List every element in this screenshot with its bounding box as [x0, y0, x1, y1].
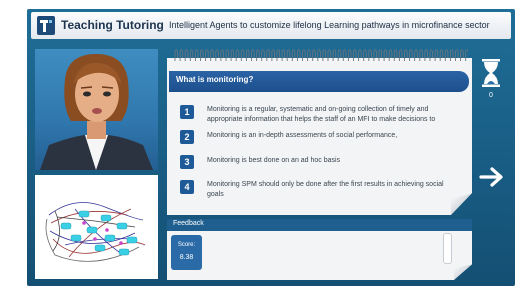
notepad-spiral: [174, 49, 468, 61]
score-label: Score:: [177, 242, 196, 248]
concept-map: [35, 175, 158, 279]
question-bar: What is monitoring?: [169, 71, 469, 92]
option-text: Monitoring is an in-depth assessments of…: [207, 132, 398, 139]
tutor-avatar: [35, 49, 158, 170]
concept-map-diagram: [45, 202, 146, 262]
option-number: 4: [180, 180, 194, 194]
option-text: Monitoring is best done on an ad hoc bas…: [207, 157, 341, 164]
option-text: Monitoring SPM should only be done after…: [207, 181, 444, 198]
timer-value: 0: [489, 92, 493, 99]
option-number: 1: [180, 105, 194, 119]
right-arrow-icon[interactable]: [479, 167, 505, 187]
feedback-panel: [167, 231, 472, 280]
score-box: Score: 8.38: [171, 235, 202, 270]
score-value: 8.38: [179, 254, 194, 261]
question-title: What is monitoring?: [176, 75, 254, 84]
option-number: 2: [180, 130, 194, 144]
feedback-header: Feedback: [167, 219, 472, 232]
course-subtitle: Intelligent Agents to customize lifelong…: [169, 20, 490, 30]
hourglass-icon: [482, 59, 500, 87]
app-logo-icon: [37, 16, 55, 35]
app-title: Teaching Tutoring: [61, 18, 164, 32]
app-frame: Teaching Tutoring Intelligent Agents to …: [27, 9, 515, 286]
option-number: 3: [180, 155, 194, 169]
header-bar: Teaching Tutoring Intelligent Agents to …: [31, 12, 511, 39]
feedback-scrollbar[interactable]: [443, 233, 452, 264]
option-text: Monitoring is a regular, systematic and …: [207, 106, 436, 123]
feedback-label: Feedback: [173, 220, 204, 227]
tutor-avatar-image: [40, 54, 153, 170]
